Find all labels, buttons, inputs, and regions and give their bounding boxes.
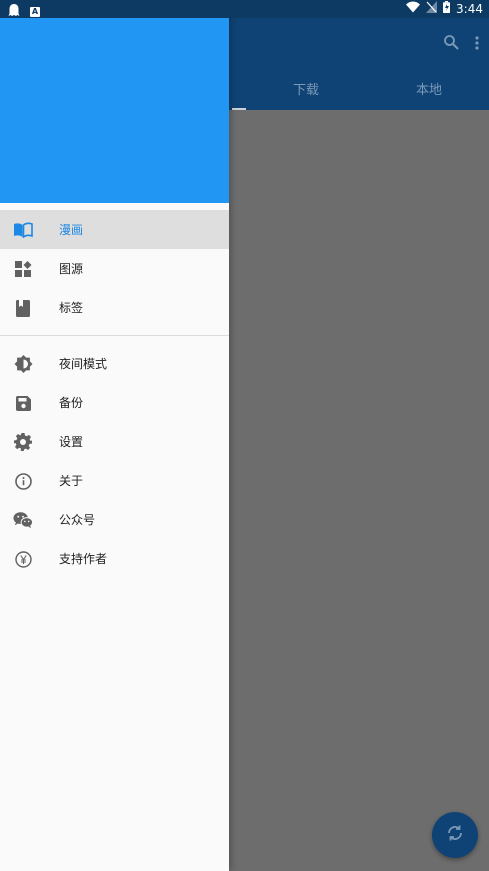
wifi-icon — [406, 1, 421, 17]
status-bar: A 3:44 — [0, 0, 489, 18]
drawer-item-official-account[interactable]: 公众号 — [0, 500, 229, 539]
clock: 3:44 — [456, 2, 483, 16]
tab-download[interactable]: 下载 — [241, 72, 371, 110]
tab-bar: 下载 本地 — [229, 72, 489, 110]
drawer-item-night-mode[interactable]: 夜间模式 — [0, 344, 229, 383]
drawer-item-settings[interactable]: 设置 — [0, 422, 229, 461]
brightness-icon — [13, 354, 33, 374]
sync-icon — [446, 824, 464, 846]
ghost-notification-icon — [8, 2, 20, 21]
widgets-icon — [13, 259, 33, 279]
drawer-item-label: 设置 — [59, 435, 84, 449]
drawer-item-label: 夜间模式 — [59, 357, 108, 371]
drawer-item-label: 关于 — [59, 474, 84, 488]
gear-icon — [13, 432, 33, 452]
more-vert-icon[interactable] — [475, 35, 479, 54]
drawer-item-label: 公众号 — [59, 513, 96, 527]
drawer-item-label: 漫画 — [59, 223, 84, 237]
tab-local[interactable]: 本地 — [364, 72, 489, 110]
drawer-item-label: 图源 — [59, 262, 84, 276]
drawer-header — [0, 18, 229, 203]
drawer-item-sources[interactable]: 图源 — [0, 249, 229, 288]
save-icon — [13, 393, 33, 413]
drawer-item-label: 支持作者 — [59, 552, 108, 566]
wechat-icon — [13, 510, 33, 530]
drawer-menu: 漫画 图源 标签 夜间模式 备份 设置 关于 公众号 支持作者 — [0, 210, 229, 578]
search-icon[interactable] — [443, 34, 459, 54]
navigation-drawer: 漫画 图源 标签 夜间模式 备份 设置 关于 公众号 支持作者 — [0, 0, 229, 871]
drawer-item-support-author[interactable]: 支持作者 — [0, 539, 229, 578]
info-icon — [13, 471, 33, 491]
no-signal-icon — [426, 1, 438, 17]
drawer-divider — [0, 335, 229, 336]
yen-coin-icon — [13, 549, 33, 569]
app-notification-icon: A — [30, 6, 40, 17]
bookmark-book-icon — [13, 298, 33, 318]
sync-fab[interactable] — [432, 812, 478, 858]
drawer-item-about[interactable]: 关于 — [0, 461, 229, 500]
drawer-item-label: 标签 — [59, 301, 84, 315]
drawer-item-tags[interactable]: 标签 — [0, 288, 229, 327]
drawer-item-backup[interactable]: 备份 — [0, 383, 229, 422]
book-open-icon — [13, 220, 33, 240]
battery-icon — [443, 1, 451, 17]
drawer-item-comics[interactable]: 漫画 — [0, 210, 229, 249]
drawer-item-label: 备份 — [59, 396, 84, 410]
